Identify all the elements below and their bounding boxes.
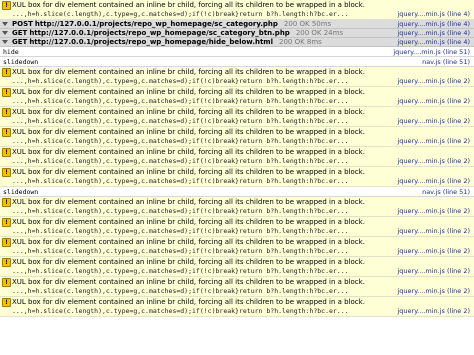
warning-message: XUL box for div element contained an inl… xyxy=(12,1,365,9)
warning-icon: ! xyxy=(2,198,11,207)
network-request-row[interactable]: GET http://127.0.0.1/projects/repo_wp_hom… xyxy=(0,29,474,38)
source-link[interactable]: jquery....min.js (line 51) xyxy=(393,47,470,56)
source-link[interactable]: jquery....min.js (line 4) xyxy=(398,29,471,37)
source-link[interactable]: jquery....min.js (line 2) xyxy=(398,247,471,256)
source-link[interactable]: nav.js (line 51) xyxy=(422,187,470,196)
source-link[interactable]: jquery....min.js (line 2) xyxy=(398,307,471,316)
console-warning-row: ! XUL box for div element contained an in… xyxy=(0,297,474,317)
warning-icon: ! xyxy=(2,108,11,117)
log-message: slidedown xyxy=(3,188,39,196)
warning-message: XUL box for div element contained an inl… xyxy=(12,168,365,176)
source-link[interactable]: nav.js (line 51) xyxy=(422,57,470,66)
request-url[interactable]: http://127.0.0.1/projects/repo_wp_homepa… xyxy=(29,29,290,37)
warning-message: XUL box for div element contained an inl… xyxy=(12,128,365,136)
request-url[interactable]: http://127.0.0.1/projects/repo_wp_homepa… xyxy=(29,38,273,46)
log-message: hide xyxy=(3,48,19,56)
source-link[interactable]: jquery....min.js (line 2) xyxy=(398,267,471,276)
source-link[interactable]: jquery....min.js (line 2) xyxy=(398,287,471,296)
console-warning-row: ! XUL box for div element contained an in… xyxy=(0,127,474,147)
source-link[interactable]: jquery....min.js (line 2) xyxy=(398,97,471,106)
warning-message: XUL box for div element contained an inl… xyxy=(12,238,365,246)
warning-icon: ! xyxy=(2,218,11,227)
source-link[interactable]: jquery....min.js (line 4) xyxy=(398,38,471,46)
console-panel: ! XUL box for div element contained an in… xyxy=(0,0,474,317)
warning-message: XUL box for div element contained an inl… xyxy=(12,108,365,116)
console-warning-row: ! XUL box for div element contained an in… xyxy=(0,257,474,277)
network-request-row[interactable]: GET http://127.0.0.1/projects/repo_wp_hom… xyxy=(0,38,474,47)
chevron-down-icon[interactable] xyxy=(2,22,8,26)
warning-icon: ! xyxy=(2,298,11,307)
console-warning-row: ! XUL box for div element contained an in… xyxy=(0,167,474,187)
warning-icon: ! xyxy=(2,1,11,10)
warning-message: XUL box for div element contained an inl… xyxy=(12,88,365,96)
console-log-row: slidedown nav.js (line 51) xyxy=(0,187,474,197)
source-link[interactable]: jquery....min.js (line 2) xyxy=(398,157,471,166)
request-method: GET xyxy=(12,38,28,46)
console-warning-row: ! XUL box for div element contained an in… xyxy=(0,277,474,297)
warning-message: XUL box for div element contained an inl… xyxy=(12,218,365,226)
console-warning-row: ! XUL box for div element contained an in… xyxy=(0,87,474,107)
request-method: POST xyxy=(12,20,33,28)
source-link[interactable]: jquery....min.js (line 2) xyxy=(398,117,471,126)
warning-icon: ! xyxy=(2,68,11,77)
warning-message: XUL box for div element contained an inl… xyxy=(12,278,365,286)
console-warning-row: ! XUL box for div element contained an in… xyxy=(0,147,474,167)
console-warning-row: ! XUL box for div element contained an in… xyxy=(0,107,474,127)
source-link[interactable]: jquery....min.js (line 2) xyxy=(398,207,471,216)
warning-message: XUL box for div element contained an inl… xyxy=(12,198,365,206)
warning-message: XUL box for div element contained an inl… xyxy=(12,258,365,266)
console-warning-row: ! XUL box for div element contained an in… xyxy=(0,67,474,87)
console-log-row: hide jquery....min.js (line 51) xyxy=(0,47,474,57)
source-link[interactable]: jquery....min.js (line 4) xyxy=(398,20,471,28)
source-link[interactable]: jquery....min.js (line 2) xyxy=(398,137,471,146)
source-link[interactable]: jquery....min.js (line 4) xyxy=(398,10,471,19)
chevron-down-icon[interactable] xyxy=(2,31,8,35)
warning-message: XUL box for div element contained an inl… xyxy=(12,298,365,306)
console-log-row: slidedown nav.js (line 51) xyxy=(0,57,474,67)
warning-icon: ! xyxy=(2,168,11,177)
warning-icon: ! xyxy=(2,128,11,137)
warning-icon: ! xyxy=(2,278,11,287)
chevron-down-icon[interactable] xyxy=(2,40,8,44)
warning-icon: ! xyxy=(2,88,11,97)
warning-icon: ! xyxy=(2,148,11,157)
console-warning-row: ! XUL box for div element contained an in… xyxy=(0,197,474,217)
request-method: GET xyxy=(12,29,28,37)
warning-message: XUL box for div element contained an inl… xyxy=(12,148,365,156)
request-status: 200 OK 24ms xyxy=(295,29,344,37)
log-message: slidedown xyxy=(3,58,39,66)
source-link[interactable]: jquery....min.js (line 2) xyxy=(398,227,471,236)
request-url[interactable]: http://127.0.0.1/projects/repo_wp_homepa… xyxy=(35,20,278,28)
warning-message: XUL box for div element contained an inl… xyxy=(12,68,365,76)
source-link[interactable]: jquery....min.js (line 2) xyxy=(398,177,471,186)
network-request-row[interactable]: POST http://127.0.0.1/projects/repo_wp_ho… xyxy=(0,20,474,29)
console-warning-row: ! XUL box for div element contained an in… xyxy=(0,0,474,20)
console-warning-row: ! XUL box for div element contained an in… xyxy=(0,237,474,257)
warning-icon: ! xyxy=(2,238,11,247)
source-link[interactable]: jquery....min.js (line 2) xyxy=(398,77,471,86)
console-warning-row: ! XUL box for div element contained an in… xyxy=(0,217,474,237)
request-status: 200 OK 8ms xyxy=(279,38,322,46)
request-status: 200 OK 50ms xyxy=(283,20,332,28)
warning-icon: ! xyxy=(2,258,11,267)
